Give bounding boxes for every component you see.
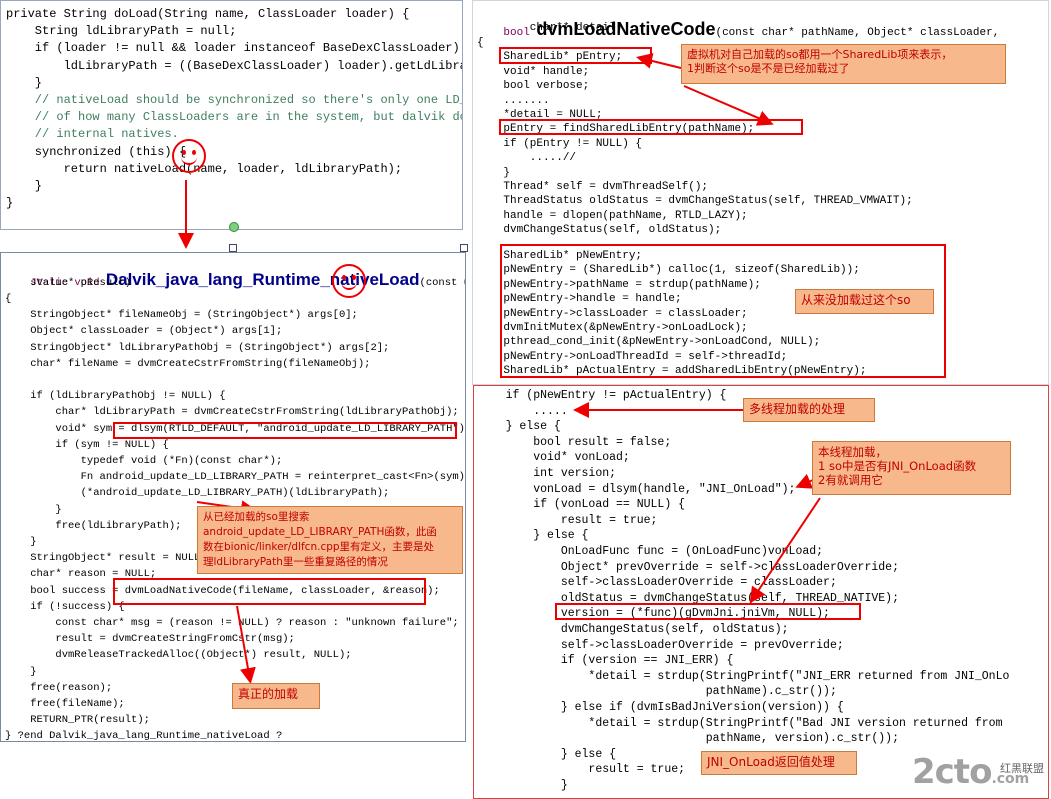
code-line: } [5,503,62,516]
never-loaded-note: 从来没加载过这个so [795,289,934,314]
code-line: ....... [477,94,550,107]
shared-lib-note: 虚拟机对自己加载的so都用一个SharedLib项来表示， 1判断这个so是不是… [681,44,1006,84]
search-path-note: 从已经加载的so里搜索 android_update_LD_LIBRARY_PA… [197,506,463,574]
native-load-sig-line2: JValue* pResult) [5,277,132,289]
code-line: } else { [478,747,617,761]
corner-handle [1,253,5,257]
load-native-code-call-box [113,578,426,605]
code-line: StringObject* ldLibraryPathObj = (String… [5,341,390,354]
code-line: bool verbose; [477,80,590,93]
code-line: StringObject* result = NULL; [5,552,207,565]
code-line: result = dvmCreateStringFromCstr(msg); [5,633,295,646]
code-line: if (vonLoad == NULL) { [478,498,686,512]
code-line: } [477,166,511,179]
code-line: } else { [478,420,561,434]
code-line: pathName, version).c_str()); [478,732,899,746]
code-line: result = true; [478,513,658,527]
selection-handle[interactable] [229,244,237,252]
code-line: Object* classLoader = (Object*) args[1]; [5,325,283,338]
code-line: private String doLoad(String name, Class… [6,7,410,21]
code-line: { [5,293,12,305]
code-line: if (!success) { [5,600,125,613]
load-native-code-sig-line2: char** detail) [477,22,623,34]
code-line: } [478,779,568,792]
code-line: self->classLoaderOverride = classLoader; [478,576,837,590]
watermark-text: 2cto [912,752,992,792]
native-load-title: Dalvik_java_lang_Runtime_nativeLoad [105,270,420,289]
code-line: self->classLoaderOverride = prevOverride… [478,638,844,652]
this-thread-note: 本线程加载， 1 so中是否有JNI_OnLoad函数 2有就调用它 [812,441,1011,495]
code-line: dvmChangeStatus(self, oldStatus); [477,224,722,237]
code-line: if (ldLibraryPathObj != NULL) { [5,390,226,403]
code-line: int version; [478,467,617,480]
code-line: if (version == JNI_ERR) { [478,654,734,668]
code-line: String ldLibraryPath = null; [6,24,237,39]
native-load-panel: static void Dalvik_java_lang_Runtime_nat… [0,252,466,742]
code-line: } [6,75,43,90]
code-line: } ?end Dalvik_java_lang_Runtime_nativeLo… [5,730,283,742]
code-line: { [477,37,484,49]
code-line: } [6,196,14,211]
code-line: } [5,665,37,678]
code-line: *detail = strdup(StringPrintf("Bad JNI v… [478,716,1003,730]
code-line: *detail = strdup(StringPrintf("JNI_ERR r… [478,669,1010,683]
code-line: handle = dlopen(pathName, RTLD_LAZY); [477,209,748,222]
code-line: // of how many ClassLoaders are in the s… [34,110,462,125]
onload-ret-note: JNI_OnLoad返回值处理 [701,751,857,775]
code-line: if (loader != null && loader instanceof … [6,41,463,56]
code-line: synchronized (this) { [6,144,187,159]
smiley-icon [332,264,366,298]
code-line: if (sym != NULL) { [5,438,169,451]
code-line: free(fileName); [5,698,125,710]
code-line: Fn android_update_LD_LIBRARY_PATH = rein… [5,471,466,484]
selection-handle[interactable] [460,244,468,252]
code-line: vonLoad = dlsym(handle, "JNI_OnLoad"); [478,482,796,496]
sig-tail: (const char* pathName, Object* classLoad… [715,27,1000,39]
code-line: StringObject* fileNameObj = (StringObjec… [5,309,358,322]
code-line: OnLoadFunc func = (OnLoadFunc)vonLoad; [478,545,824,558]
code-line: ThreadStatus oldStatus = dvmChangeStatus… [477,195,913,208]
code-line: void* handle; [477,65,590,78]
code-line: char* ldLibraryPath = dvmCreateCstrFromS… [5,406,459,419]
code-line: if (pNewEntry != pActualEntry) { [478,389,727,402]
find-entry-box [499,119,803,135]
code-line: free(ldLibraryPath); [5,519,182,532]
code-line: .....// [477,152,577,165]
watermark-corner: 红黑联盟 [1000,762,1044,775]
real-load-note: 真正的加载 [232,683,320,709]
multithread-note: 多线程加载的处理 [743,398,875,422]
code-line: free(reason); [5,681,113,694]
code-line: const char* msg = (reason != NULL) ? rea… [5,617,459,629]
smiley-icon [172,139,206,173]
code-line: ldLibraryPath = ((BaseDexClassLoader) lo… [63,58,462,73]
selection-handle[interactable] [229,222,239,232]
code-line: // nativeLoad should be synchronized so … [34,93,462,107]
code-line: } [5,536,37,548]
code-line: Thread* self = dvmThreadSelf(); [477,181,709,193]
java-doload-panel: private String doLoad(String name, Class… [0,0,463,230]
code-line: Object* prevOverride = self->classLoader… [478,560,899,574]
shared-lib-box [499,47,652,64]
code-line: dvmChangeStatus(self, oldStatus); [478,623,789,636]
code-line: bool result = false; [478,435,672,449]
code-line: } [6,179,43,193]
code-line: (*android_update_LD_LIBRARY_PATH)(ldLibr… [5,487,390,500]
func-call-box [555,603,861,620]
code-line: typedef void (*Fn)(const char*); [5,455,283,467]
code-line: void* vonLoad; [478,451,630,465]
sig-tail: (const u4* args, [419,277,465,289]
code-line: RETURN_PTR(result); [5,714,150,727]
code-line: ..... [478,404,568,418]
code-line: } else { [478,529,589,543]
code-line: result = true; [478,763,686,777]
code-line: dvmReleaseTrackedAlloc((Object*) result,… [5,649,352,662]
code-line: } else if (dvmIsBadJniVersion(version)) … [478,701,844,714]
code-line: char* fileName = dvmCreateCstrFromString… [5,357,371,370]
code-line: pathName).c_str()); [478,685,837,699]
code-line: if (pEntry != NULL) { [477,137,643,150]
code-line: // internal natives. [6,127,179,142]
dlsym-box [113,422,457,439]
